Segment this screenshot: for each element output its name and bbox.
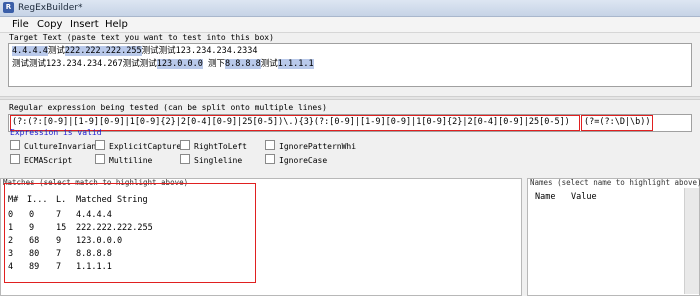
cell-string: 4.4.4.4 (76, 210, 112, 220)
names-label: Names (select name to highlight above) (530, 178, 700, 187)
target-segment: 测试测试123.234.234.2334 (141, 46, 258, 56)
checkbox-icon (180, 140, 190, 150)
option-label: ECMAScript (24, 156, 73, 165)
menu-insert[interactable]: Insert (70, 18, 99, 31)
cell-num: 1 (8, 223, 14, 233)
cell-index: 80 (29, 249, 40, 259)
col-header-value[interactable]: Value (571, 191, 597, 203)
option-ignore-pattern-whitespace[interactable]: IgnorePatternWhi (265, 140, 356, 151)
option-label: ExplicitCapture (109, 142, 182, 151)
cell-string: 123.0.0.0 (76, 236, 123, 246)
menu-file[interactable]: File (12, 18, 29, 31)
target-segment: 222.222.222.255 (64, 46, 142, 56)
splitter[interactable] (0, 96, 700, 100)
target-segment: 1.1.1.1 (277, 59, 314, 69)
cell-num: 4 (8, 262, 14, 272)
target-line-1: 4.4.4.4测试222.222.222.255测试测试123.234.234.… (12, 46, 258, 57)
target-segment: 4.4.4.4 (12, 46, 48, 56)
cell-index: 9 (29, 223, 35, 233)
title-bar (0, 0, 700, 17)
target-segment: 8.8.8.8 (224, 59, 261, 69)
option-culture-invariant[interactable]: CultureInvariant (10, 140, 101, 151)
cell-num: 0 (8, 210, 14, 220)
option-label: IgnoreCase (279, 156, 328, 165)
cell-index: 68 (29, 236, 40, 246)
cell-num: 3 (8, 249, 14, 259)
cell-length: 7 (56, 262, 62, 272)
checkbox-icon (10, 140, 20, 150)
target-segment: 123.0.0.0 (156, 59, 203, 69)
col-header-length[interactable]: L. (56, 194, 66, 206)
target-segment: 测下 (202, 59, 225, 69)
window-title: RegExBuilder* (18, 3, 83, 13)
target-segment: 测试 (260, 59, 278, 69)
cell-length: 7 (56, 210, 62, 220)
cell-string: 1.1.1.1 (76, 262, 112, 272)
checkbox-icon (95, 154, 105, 164)
target-text-label: Target Text (paste text you want to test… (9, 33, 274, 42)
option-right-to-left[interactable]: RightToLeft (180, 140, 247, 151)
cell-length: 15 (56, 223, 67, 233)
option-label: CultureInvariant (24, 142, 102, 151)
regex-label: Regular expression being tested (can be … (9, 103, 327, 112)
checkbox-icon (265, 154, 275, 164)
status-message: Expression is valid (10, 128, 102, 137)
col-header-name[interactable]: Name (535, 191, 555, 203)
cell-index: 0 (29, 210, 35, 220)
target-text-box[interactable]: 4.4.4.4测试222.222.222.255测试测试123.234.234.… (8, 43, 692, 87)
option-label: RightToLeft (194, 142, 247, 151)
option-singleline[interactable]: Singleline (180, 154, 242, 165)
target-line-2: 测试测试123.234.234.267测试测试123.0.0.0 测下8.8.8… (12, 59, 314, 70)
cell-index: 89 (29, 262, 40, 272)
checkbox-icon (180, 154, 190, 164)
option-multiline[interactable]: Multiline (95, 154, 152, 165)
option-ecmascript[interactable]: ECMAScript (10, 154, 72, 165)
cell-num: 2 (8, 236, 14, 246)
checkbox-icon (10, 154, 20, 164)
cell-string: 8.8.8.8 (76, 249, 112, 259)
option-label: Singleline (194, 156, 243, 165)
option-ignore-case[interactable]: IgnoreCase (265, 154, 327, 165)
menu-bar: File Copy Insert Help (0, 17, 700, 33)
cell-string: 222.222.222.255 (76, 223, 153, 233)
col-header-matched-string[interactable]: Matched String (76, 194, 148, 206)
checkbox-icon (265, 140, 275, 150)
target-segment: 测试 (47, 46, 65, 56)
option-explicit-capture[interactable]: ExplicitCapture (95, 140, 181, 151)
app-icon: R (3, 2, 14, 13)
checkbox-icon (95, 140, 105, 150)
target-segment: 测试测试123.234.234.267测试测试 (12, 59, 157, 69)
cell-length: 9 (56, 236, 62, 246)
regex-main-text: (?:(?:[0-9]|[1-9][0-9]|1[0-9]{2}|2[0-4][… (12, 117, 570, 127)
col-header-index[interactable]: I... (27, 194, 47, 206)
regex-lookahead-text: (?=(?:\D|\b)) (584, 117, 651, 127)
col-header-num[interactable]: M# (8, 194, 18, 206)
option-label: IgnorePatternWhi (279, 142, 357, 151)
menu-copy[interactable]: Copy (37, 18, 62, 31)
names-scrollbar[interactable] (684, 188, 699, 294)
menu-help[interactable]: Help (105, 18, 128, 31)
option-label: Multiline (109, 156, 153, 165)
cell-length: 7 (56, 249, 62, 259)
